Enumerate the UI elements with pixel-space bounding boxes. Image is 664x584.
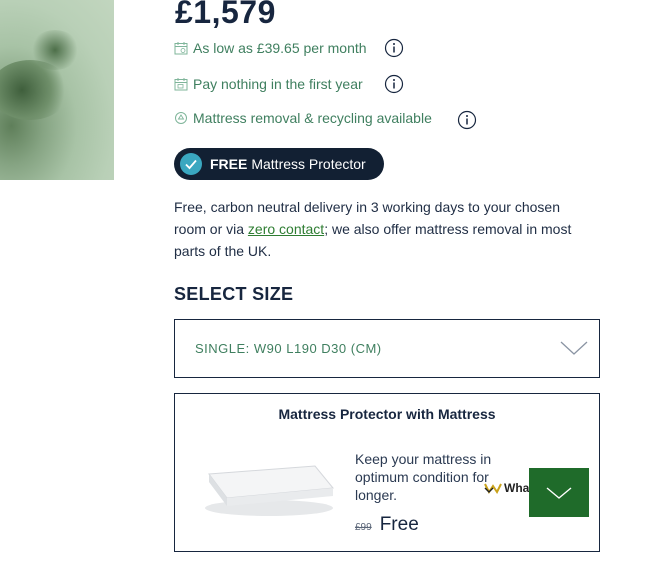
protector-description: Keep your mattress in optimum condition … bbox=[355, 451, 492, 503]
calendar-icon bbox=[174, 78, 188, 91]
recycling-info-row: Mattress removal & recycling available bbox=[174, 108, 432, 128]
recycling-info-label: Mattress removal & recycling available bbox=[193, 110, 432, 126]
expand-button[interactable] bbox=[529, 468, 589, 517]
free-protector-badge: FREE Mattress Protector bbox=[174, 148, 384, 180]
info-icon[interactable] bbox=[384, 38, 404, 58]
finance-info-label: As low as £39.65 per month bbox=[193, 40, 367, 56]
whatmattress-mark-icon bbox=[484, 483, 502, 494]
protector-title: Mattress Protector with Mattress bbox=[278, 406, 496, 422]
check-icon bbox=[180, 153, 202, 175]
select-size-heading: SELECT SIZE bbox=[174, 284, 294, 304]
badge-text: Mattress Protector bbox=[251, 156, 366, 172]
finance-info-row: As low as £39.65 per month bbox=[174, 38, 367, 58]
mattress-protector-image bbox=[205, 465, 334, 516]
delivery-info: Free, carbon neutral delivery in 3 worki… bbox=[174, 196, 594, 262]
protector-price: £99 Free bbox=[355, 514, 419, 536]
size-dropdown-value: SINGLE: W90 L190 D30 (CM) bbox=[195, 341, 382, 356]
product-image bbox=[0, 0, 114, 180]
zero-contact-link[interactable]: zero contact bbox=[248, 221, 324, 237]
old-price: £99 bbox=[355, 522, 372, 533]
pay-later-info-label: Pay nothing in the first year bbox=[193, 76, 363, 92]
calendar-icon bbox=[174, 42, 188, 55]
pay-later-info-row: Pay nothing in the first year bbox=[174, 74, 363, 94]
badge-free-label: FREE bbox=[210, 156, 248, 172]
product-price: £1,579 bbox=[175, 0, 276, 30]
chevron-down-icon bbox=[560, 341, 588, 355]
recycle-icon bbox=[175, 112, 187, 124]
chevron-down-icon bbox=[546, 486, 572, 499]
info-icon[interactable] bbox=[457, 110, 477, 130]
size-dropdown[interactable]: SINGLE: W90 L190 D30 (CM) bbox=[174, 319, 600, 378]
new-price: Free bbox=[379, 514, 419, 535]
info-icon[interactable] bbox=[384, 74, 404, 94]
